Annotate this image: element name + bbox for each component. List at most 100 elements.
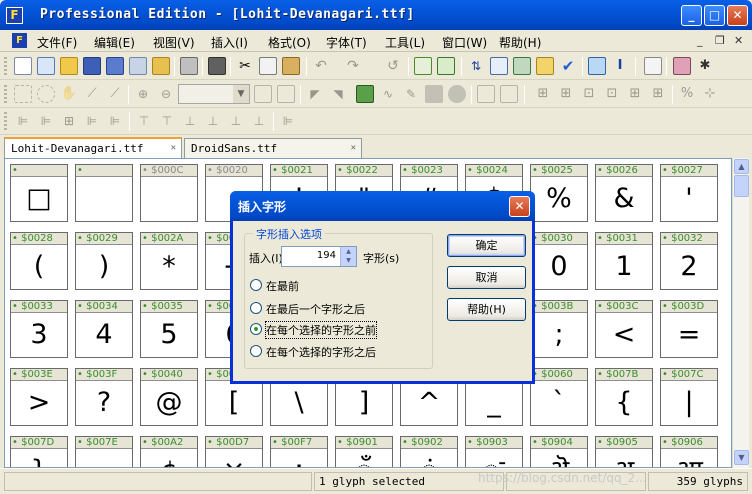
glyph-cell[interactable]: • $0904ऄ: [530, 436, 588, 467]
align-right-side-icon[interactable]: ⊫: [83, 112, 101, 130]
spin-down-icon[interactable]: ▼: [341, 256, 356, 265]
tab-lohit-devanagari[interactable]: Lohit-Devanagari.ttf ✕: [4, 137, 182, 158]
glyph-cell[interactable]: • $0902ं: [400, 436, 458, 467]
glyph-cell[interactable]: • $0035 5: [140, 300, 198, 358]
tab-droidsans[interactable]: DroidSans.ttf ✕: [184, 138, 362, 158]
align-right-icon[interactable]: ⊫: [37, 112, 55, 130]
measure-icon[interactable]: ⟋: [83, 85, 101, 103]
menu-insert[interactable]: 插入(I): [211, 34, 248, 51]
validate-check-icon[interactable]: ✔: [559, 57, 577, 75]
glyph-cell[interactable]: • $0905अ: [595, 436, 653, 467]
undo-icon[interactable]: ↶: [312, 57, 330, 75]
glyph-cell[interactable]: • $0903ः: [465, 436, 523, 467]
zoom-in-icon[interactable]: ⊕: [134, 85, 152, 103]
glyph-cell[interactable]: • $003E >: [10, 368, 68, 426]
menu-format[interactable]: 格式(O): [268, 34, 311, 51]
outline-icon[interactable]: ⊡: [603, 85, 621, 103]
lasso-icon[interactable]: [37, 85, 55, 103]
glyph-cell[interactable]: • $0060 `: [530, 368, 588, 426]
glyph-cell[interactable]: • $003D =: [660, 300, 718, 358]
percent-icon[interactable]: %: [678, 85, 696, 103]
ellipse-icon[interactable]: [448, 85, 466, 103]
glyph-cell[interactable]: • $0025%: [530, 164, 588, 222]
glyph-cell[interactable]: • $0028 (: [10, 232, 68, 290]
close-tab-icon[interactable]: ✕: [171, 143, 176, 153]
ok-button[interactable]: 确定: [447, 234, 526, 257]
scroll-thumb[interactable]: [734, 175, 749, 197]
middle-align-icon[interactable]: ⊥: [181, 112, 199, 130]
node-pointer-icon[interactable]: ◥: [329, 85, 347, 103]
distribute-icon[interactable]: ⊫: [106, 112, 124, 130]
radio-icon[interactable]: [250, 279, 262, 291]
new-icon[interactable]: [14, 57, 32, 75]
bezier-icon[interactable]: ∿: [379, 85, 397, 103]
align-center-icon[interactable]: ⊞: [60, 112, 78, 130]
align-grid-icon[interactable]: ⊞: [534, 85, 552, 103]
panel-icon[interactable]: [644, 57, 662, 75]
eraser-icon[interactable]: [673, 57, 691, 75]
add-glyph-icon[interactable]: [437, 57, 455, 75]
glyph-count-stepper[interactable]: 194 ▲ ▼: [281, 246, 357, 267]
insert-text-icon[interactable]: I: [611, 57, 629, 75]
toolbar-grip[interactable]: [4, 85, 7, 104]
knife-icon[interactable]: ⟋: [106, 85, 124, 103]
glyph-cell[interactable]: • $0027 ': [660, 164, 718, 222]
help-button[interactable]: 帮助(H): [447, 298, 526, 321]
zoom-out-icon[interactable]: ⊖: [157, 85, 175, 103]
glyph-cell[interactable]: • $007D}: [10, 436, 68, 467]
top-align-icon[interactable]: ⊤: [158, 112, 176, 130]
menu-window[interactable]: 窗口(W): [442, 34, 487, 51]
glyph-cell[interactable]: • $000C: [140, 164, 198, 222]
glyph-cell[interactable]: • □: [10, 164, 68, 222]
menu-file[interactable]: 文件(F): [37, 34, 77, 51]
bug-icon[interactable]: ✱: [696, 57, 714, 75]
tag-icon[interactable]: [536, 57, 554, 75]
properties-icon[interactable]: [152, 57, 170, 75]
glyph-cell[interactable]: • $0031 1: [595, 232, 653, 290]
chevron-down-icon[interactable]: ▼: [233, 85, 249, 103]
glyph-cell[interactable]: • $0901ँ: [335, 436, 393, 467]
insert-glyph-icon[interactable]: [414, 57, 432, 75]
copy-icon[interactable]: [259, 57, 277, 75]
close-button[interactable]: ✕: [727, 5, 748, 26]
fit-icon[interactable]: [277, 85, 295, 103]
paste-icon[interactable]: [282, 57, 300, 75]
flip-h-icon[interactable]: [477, 85, 495, 103]
maximize-button[interactable]: □: [704, 5, 725, 26]
redo-icon[interactable]: ↷: [344, 57, 362, 75]
spin-up-icon[interactable]: ▲: [341, 247, 356, 256]
baseline-icon[interactable]: ⊤: [135, 112, 153, 130]
flip-v-icon[interactable]: [500, 85, 518, 103]
glyph-cell[interactable]: • $007E~: [75, 436, 133, 467]
nodes-icon[interactable]: ⊡: [580, 85, 598, 103]
glyph-cell[interactable]: • $0034 4: [75, 300, 133, 358]
rectangle-icon[interactable]: [425, 85, 443, 103]
cancel-button[interactable]: 取消: [447, 266, 526, 289]
align-left-icon[interactable]: ⊫: [14, 112, 32, 130]
height-icon[interactable]: ⊥: [227, 112, 245, 130]
width-icon[interactable]: ⊥: [250, 112, 268, 130]
rect-select-icon[interactable]: [14, 85, 32, 103]
glyph-cell[interactable]: • $0029): [75, 232, 133, 290]
new-from-template-icon[interactable]: [37, 57, 55, 75]
mdi-minimize-icon[interactable]: _: [697, 34, 703, 47]
menu-view[interactable]: 视图(V): [153, 34, 195, 51]
bottom-align-icon[interactable]: ⊥: [204, 112, 222, 130]
glyph-cell[interactable]: • $003C <: [595, 300, 653, 358]
pointer-icon[interactable]: ◤: [306, 85, 324, 103]
glyph-cell[interactable]: • $00F7÷: [270, 436, 328, 467]
minimize-button[interactable]: _: [681, 5, 702, 26]
glyph-cell[interactable]: • $00D7×: [205, 436, 263, 467]
menu-font[interactable]: 字体(T): [326, 34, 367, 51]
spacing-icon[interactable]: ⊫: [279, 112, 297, 130]
glyph-cell[interactable]: • $0026 &: [595, 164, 653, 222]
image-icon[interactable]: [356, 85, 374, 103]
mdi-restore-icon[interactable]: ❐: [715, 34, 725, 47]
grid-icon[interactable]: [254, 85, 272, 103]
pen-icon[interactable]: ✎: [402, 85, 420, 103]
radio-icon[interactable]: [250, 302, 262, 314]
glyph-cell[interactable]: • $003F?: [75, 368, 133, 426]
sort-icon[interactable]: ⇅: [467, 57, 485, 75]
glyph-count-value[interactable]: 194: [317, 250, 336, 261]
glyph-cell[interactable]: • $007C |: [660, 368, 718, 426]
